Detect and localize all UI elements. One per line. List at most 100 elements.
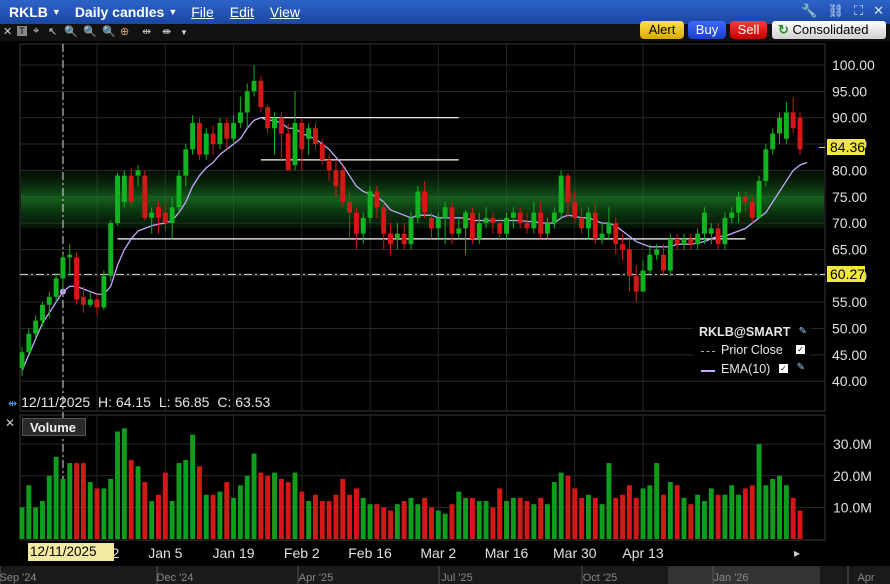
candle-body	[26, 333, 32, 353]
volume-bar	[551, 482, 557, 539]
target-icon[interactable]: ⊕	[120, 25, 129, 38]
candle-body	[299, 122, 305, 150]
period-selector[interactable]: Daily candles ▼	[75, 4, 177, 20]
prior-close-checkbox[interactable]: ✓	[796, 345, 805, 354]
exchange-selector[interactable]: ↻ Consolidated	[772, 21, 886, 39]
volume-bar	[360, 497, 366, 539]
candle-body	[401, 233, 407, 245]
trend-lines	[117, 117, 746, 240]
crosshair-icon[interactable]: ⌖	[33, 25, 39, 38]
candle-body	[435, 217, 441, 229]
volume-bar	[667, 482, 673, 539]
candle-body	[285, 133, 291, 171]
menu-edit[interactable]: Edit	[230, 4, 254, 20]
menu-view[interactable]: View	[270, 4, 300, 20]
candle-body	[606, 223, 612, 234]
time-tick-label: Mar 2	[420, 545, 456, 561]
candle-body	[695, 233, 701, 245]
symbol-selector[interactable]: RKLB ▼	[9, 4, 61, 20]
volume-bar	[142, 482, 148, 539]
volume-bar	[306, 501, 312, 539]
sell-button[interactable]: Sell	[730, 21, 767, 39]
volume-bar	[701, 501, 707, 539]
period-label: Daily candles	[74, 4, 165, 20]
candle-body	[169, 207, 175, 224]
candle-body	[620, 244, 626, 250]
volume-bars	[19, 428, 803, 539]
volume-bar	[224, 482, 230, 539]
candle-body	[183, 149, 189, 176]
price-chart[interactable]: 100.0095.0090.0085.0080.0075.0070.0065.0…	[0, 0, 890, 584]
fit-icon[interactable]: ⇹	[142, 25, 151, 38]
ohlc-readout: ⇹ 12/11/2025 H: 64.15 L: 56.85 C: 63.53	[8, 394, 270, 410]
candle-body	[551, 212, 557, 224]
volume-bar	[504, 501, 510, 539]
buy-button[interactable]: Buy	[688, 21, 726, 39]
candle-body	[756, 180, 762, 218]
candle-body	[67, 254, 73, 258]
alert-button[interactable]: Alert	[640, 21, 684, 39]
overview-label: Sep '24	[0, 572, 36, 584]
volume-bar	[463, 497, 469, 539]
close-icon[interactable]: ✕	[873, 3, 884, 19]
candle-body	[585, 212, 591, 229]
candle-body	[162, 212, 168, 224]
text-tool-icon[interactable]: T	[17, 26, 27, 36]
volume-bar	[661, 494, 666, 539]
chevron-down-icon[interactable]: ▼	[180, 28, 188, 37]
volume-bar	[231, 497, 237, 539]
volume-bar	[606, 463, 612, 539]
link-icon[interactable]: ⛓	[827, 3, 844, 19]
price-tick-label: 80.00	[832, 162, 867, 178]
close-panel-icon[interactable]: ✕	[5, 416, 15, 430]
candle-body	[790, 112, 796, 129]
volume-bar	[326, 501, 332, 539]
volume-bar	[674, 485, 680, 539]
volume-bar	[333, 494, 339, 539]
volume-bar	[783, 485, 789, 539]
candle-body	[701, 212, 707, 234]
menu-file[interactable]: File	[191, 4, 214, 20]
candle-body	[592, 212, 598, 239]
volume-bar	[381, 507, 387, 539]
volume-bar	[749, 485, 755, 539]
candle-body	[381, 207, 387, 234]
volume-bar	[108, 478, 114, 539]
time-tick-label: Feb 2	[284, 545, 320, 561]
cursor-icon[interactable]: ✕	[3, 25, 12, 38]
legend-settings-icon[interactable]: ✎	[799, 326, 807, 337]
candle-body	[749, 202, 755, 218]
volume-bar	[736, 494, 742, 539]
volume-bar	[367, 504, 373, 539]
volume-bar	[169, 501, 175, 539]
time-tick-label: Jan 5	[148, 545, 182, 561]
volume-bar	[456, 491, 462, 539]
volume-bar	[592, 497, 598, 539]
search-icon[interactable]: 🔍	[102, 25, 116, 38]
ohlc-low-label: L:	[158, 394, 171, 410]
candle-body	[510, 212, 516, 218]
volume-bar	[251, 453, 257, 539]
ema-settings-icon[interactable]: ✎	[797, 362, 805, 373]
candle-body	[272, 117, 277, 129]
candle-body	[613, 223, 619, 245]
legend-title: RKLB@SMART	[699, 325, 791, 339]
volume-bar	[40, 501, 45, 539]
volume-bar	[715, 494, 721, 539]
pan-icon[interactable]: ⇼	[162, 25, 171, 38]
ema-checkbox[interactable]: ✓	[779, 364, 788, 373]
volume-tick-label: 30.0M	[833, 436, 872, 452]
expand-arrows-icon[interactable]: ⇹	[8, 398, 17, 410]
candle-body	[135, 170, 141, 176]
cursor-date-label: 12/11/2025	[28, 543, 114, 561]
wrench-icon[interactable]: 🔧	[801, 3, 817, 19]
expand-icon[interactable]: ⛶	[854, 3, 863, 19]
candle-body	[360, 217, 366, 234]
pointer-icon[interactable]: ↖	[48, 25, 57, 38]
zoom-in-icon[interactable]: 🔍	[64, 25, 78, 38]
price-tick-label: 100.00	[832, 57, 875, 73]
zoom-out-icon[interactable]: 🔍	[83, 25, 97, 38]
legend-ema: EMA(10)	[721, 362, 771, 376]
ema-line	[21, 44, 825, 540]
candle-body	[626, 249, 632, 276]
